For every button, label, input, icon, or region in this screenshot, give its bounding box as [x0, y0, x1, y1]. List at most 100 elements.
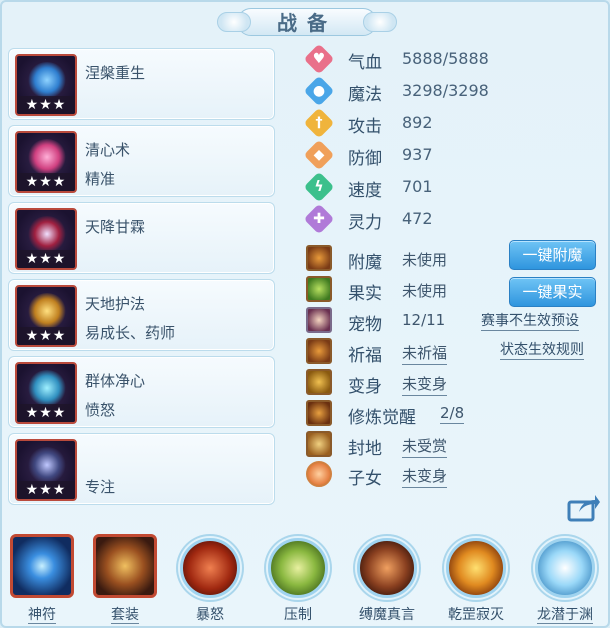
warrior-mask-icon — [27, 216, 67, 252]
bottom-label: 暴怒 — [196, 607, 224, 623]
status-label: 封地 — [348, 439, 382, 459]
status-value-link[interactable]: 未变身 — [402, 373, 448, 396]
stat-row-mp: ● 魔法 3298/3298 — [303, 75, 505, 107]
skill-name: 涅槃重生 — [85, 64, 146, 82]
one-click-fruit-button[interactable]: 一键果实 — [509, 277, 596, 307]
sword-pink-icon — [27, 139, 67, 175]
status-value-link[interactable]: 未受赏 — [402, 435, 448, 458]
stat-value: 3298/3298 — [402, 81, 489, 100]
status-label: 修炼觉醒 — [348, 408, 416, 428]
status-label: 祈福 — [348, 346, 382, 366]
rage-beast-icon — [180, 538, 240, 598]
bottom-label: 神符 — [4, 604, 80, 624]
status-label: 子女 — [348, 469, 382, 489]
skill-tag: 愤怒 — [85, 401, 116, 419]
status-value-link[interactable]: 未变身 — [402, 465, 448, 488]
enchant-icon — [306, 245, 332, 271]
stat-value: 937 — [402, 145, 433, 164]
attack-glyph: † — [315, 115, 323, 131]
cultivation-icon — [306, 400, 332, 426]
skill-icon-frame: ★★★ — [15, 208, 77, 270]
skill-name: 天降甘霖 — [85, 218, 146, 236]
spirit-glyph: ✚ — [313, 211, 325, 227]
mana-glyph: ● — [312, 83, 326, 99]
bottom-label: 压制 — [284, 607, 312, 623]
left-cloud-ornament — [217, 12, 251, 32]
heaven-strike-icon — [446, 538, 506, 598]
stat-row-attack: † 攻击 892 — [303, 107, 505, 139]
status-value-link[interactable]: 未祈福 — [402, 342, 448, 365]
bottom-label: 缚魔真言 — [359, 607, 415, 623]
children-icon — [306, 461, 332, 487]
stat-label: 攻击 — [348, 117, 382, 137]
skill-icon-frame: ★★★ — [15, 54, 77, 116]
suppress-icon — [268, 538, 328, 598]
bottom-item-suppress[interactable]: 压制 — [260, 532, 336, 628]
bottom-item-bind-demon[interactable]: 缚魔真言 — [349, 532, 425, 628]
battle-prep-panel: 战备 ★★★ 涅槃重生 ★★★ 清心术 精准 ★★★ 天降甘霖 ★★★ 天地护法… — [0, 0, 610, 628]
title-banner: 战备 — [217, 4, 397, 38]
status-row-transform: 变身 未变身 — [306, 369, 606, 397]
bottom-item-dragon-abyss[interactable]: 龙潜于渊 — [527, 532, 603, 628]
skill-tag: 精准 — [85, 170, 116, 188]
event-preset-link[interactable]: 赛事不生效预设 — [481, 312, 579, 331]
stat-value: 5888/5888 — [402, 49, 489, 68]
bind-demon-icon — [357, 538, 417, 598]
status-label: 附魔 — [348, 253, 382, 273]
bottom-item-heaven-strike[interactable]: 乾罡寂灭 — [438, 532, 514, 628]
status-row-fief: 封地 未受赏 — [306, 431, 606, 459]
status-row-cultivation: 修炼觉醒 2/8 — [306, 400, 606, 428]
bottom-label: 套装 — [87, 604, 163, 624]
bottom-item-rage[interactable]: 暴怒 — [172, 532, 248, 628]
skill-icon-frame: ★★★ — [15, 439, 77, 501]
skill-icon-frame: ★★★ — [15, 362, 77, 424]
one-click-enchant-button[interactable]: 一键附魔 — [509, 240, 596, 270]
status-value: 12/11 — [402, 311, 446, 329]
rune-icon — [10, 534, 74, 598]
status-value-link[interactable]: 2/8 — [440, 404, 465, 424]
stat-label: 速度 — [348, 181, 382, 201]
eye-orb-icon — [27, 370, 67, 406]
star-rating: ★★★ — [17, 481, 75, 499]
stat-value: 701 — [402, 177, 433, 196]
lightning-glyph: ϟ — [314, 179, 324, 195]
skill-icon-frame: ★★★ — [15, 131, 77, 193]
stat-row-speed: ϟ 速度 701 — [303, 171, 505, 203]
bottom-item-armor-set[interactable]: 套装 — [87, 532, 163, 628]
status-label: 变身 — [348, 377, 382, 397]
golden-chain-icon — [27, 293, 67, 329]
skill-card[interactable]: ★★★ 专注 — [8, 433, 275, 505]
stat-label: 防御 — [348, 149, 382, 169]
dark-mask-icon — [27, 447, 67, 483]
status-label: 宠物 — [348, 315, 382, 335]
status-value: 未使用 — [402, 251, 448, 269]
bottom-label-text: 神符 — [28, 607, 56, 624]
stat-row-hp: ♥ 气血 5888/5888 — [303, 43, 505, 75]
skill-card[interactable]: ★★★ 涅槃重生 — [8, 48, 275, 120]
star-rating: ★★★ — [17, 404, 75, 422]
star-rating: ★★★ — [17, 250, 75, 268]
stat-row-defense: ◆ 防御 937 — [303, 139, 505, 171]
bottom-label: 龙潜于渊 — [527, 604, 603, 624]
share-icon[interactable] — [567, 492, 601, 522]
bottom-label: 乾罡寂灭 — [448, 607, 504, 623]
skill-tag: 专注 — [85, 478, 116, 496]
phoenix-ring-icon — [27, 62, 67, 98]
skill-card[interactable]: ★★★ 群体净心 愤怒 — [8, 356, 275, 428]
transform-icon — [306, 369, 332, 395]
status-value: 未使用 — [402, 282, 448, 300]
skill-card[interactable]: ★★★ 天降甘霖 — [8, 202, 275, 274]
skill-card[interactable]: ★★★ 清心术 精准 — [8, 125, 275, 197]
bottom-item-rune[interactable]: 神符 — [4, 532, 80, 628]
stat-value: 472 — [402, 209, 433, 228]
right-cloud-ornament — [363, 12, 397, 32]
status-rules-link[interactable]: 状态生效规则 — [500, 341, 584, 360]
star-rating: ★★★ — [17, 327, 75, 345]
fief-icon — [306, 431, 332, 457]
skill-card[interactable]: ★★★ 天地护法 易成长、药师 — [8, 279, 275, 351]
star-rating: ★★★ — [17, 173, 75, 191]
shield-glyph: ◆ — [313, 147, 325, 163]
bottom-label-text: 龙潜于渊 — [537, 607, 593, 624]
bottom-label-text: 套装 — [111, 607, 139, 624]
stat-label: 魔法 — [348, 85, 382, 105]
